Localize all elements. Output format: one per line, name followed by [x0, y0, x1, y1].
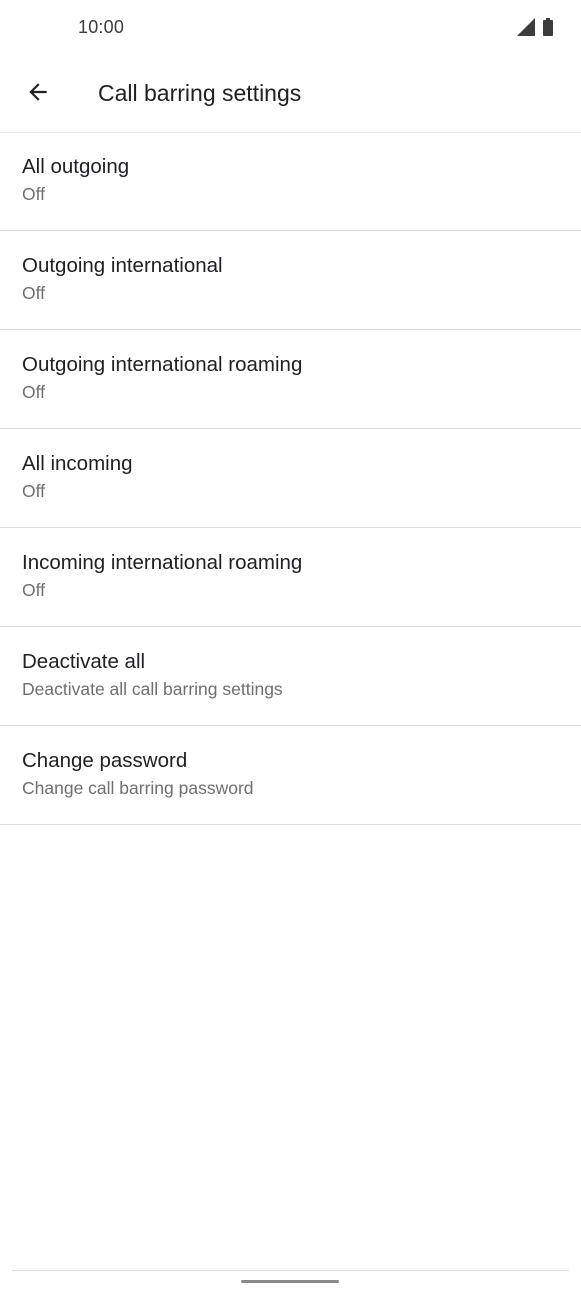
status-icons [517, 18, 553, 36]
settings-list: All outgoing Off Outgoing international … [0, 132, 581, 825]
navigation-bar [0, 1270, 581, 1292]
status-bar: 10:00 [0, 0, 581, 56]
setting-outgoing-international[interactable]: Outgoing international Off [0, 231, 581, 330]
setting-summary: Off [22, 481, 46, 501]
page-title: Call barring settings [98, 80, 302, 106]
setting-summary: Off [22, 283, 46, 303]
back-button[interactable] [16, 70, 60, 114]
setting-all-incoming[interactable]: All incoming Off [0, 429, 581, 528]
gesture-handle[interactable] [241, 1280, 339, 1283]
setting-all-outgoing[interactable]: All outgoing Off [0, 132, 581, 231]
setting-title: Deactivate all [22, 650, 146, 673]
setting-outgoing-international-roaming[interactable]: Outgoing international roaming Off [0, 330, 581, 429]
setting-title: All incoming [22, 452, 133, 475]
setting-summary: Change call barring password [22, 778, 254, 798]
setting-summary: Off [22, 184, 46, 204]
arrow-back-icon [29, 83, 47, 101]
nav-divider [12, 1270, 569, 1271]
setting-summary: Off [22, 580, 46, 600]
setting-title: Outgoing international roaming [22, 353, 303, 376]
setting-title: Incoming international roaming [22, 551, 303, 574]
setting-title: Outgoing international [22, 254, 223, 277]
setting-title: Change password [22, 749, 188, 772]
cell-signal-icon [517, 18, 535, 36]
setting-summary: Off [22, 382, 46, 402]
setting-incoming-international-roaming[interactable]: Incoming international roaming Off [0, 528, 581, 627]
battery-icon [543, 18, 553, 36]
setting-summary: Deactivate all call barring settings [22, 679, 283, 699]
setting-deactivate-all[interactable]: Deactivate all Deactivate all call barri… [0, 627, 581, 726]
setting-change-password[interactable]: Change password Change call barring pass… [0, 726, 581, 825]
status-time: 10:00 [78, 17, 125, 37]
app-bar: Call barring settings [0, 56, 581, 133]
setting-title: All outgoing [22, 155, 130, 178]
